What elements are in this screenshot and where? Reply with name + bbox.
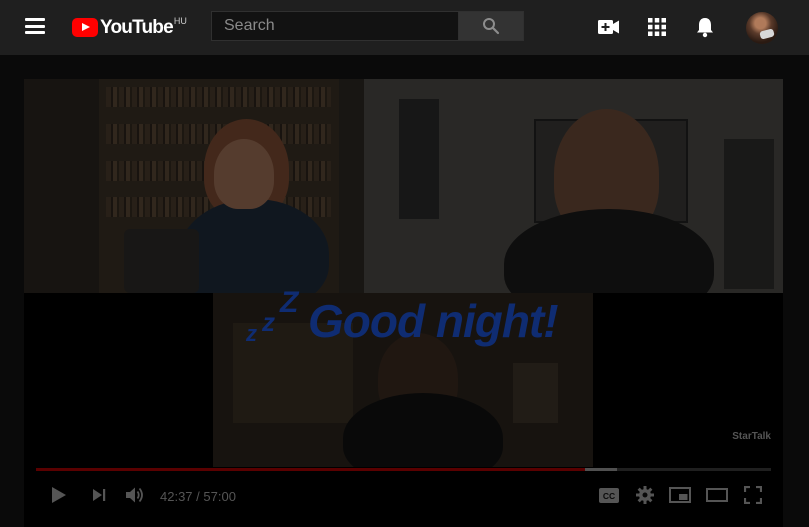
search-button[interactable] (458, 11, 524, 41)
subtitles-button[interactable]: CC (595, 481, 623, 509)
gear-icon (636, 486, 654, 504)
miniplayer-icon (669, 487, 691, 503)
volume-icon (126, 487, 143, 503)
channel-watermark[interactable]: StarTalk (732, 431, 771, 442)
next-button[interactable] (85, 481, 113, 509)
svg-text:CC: CC (603, 491, 615, 501)
youtube-play-logo-icon (72, 18, 98, 37)
apps-icon[interactable] (645, 15, 669, 39)
closed-captions-icon: CC (599, 487, 619, 503)
video-player[interactable]: z z Z Good night! StarTalk 42:37 / 57:00… (24, 79, 783, 527)
create-video-icon[interactable] (597, 15, 621, 39)
search-input[interactable] (212, 12, 458, 40)
zzz-large: Z (280, 286, 299, 319)
video-frame-top (24, 79, 783, 293)
notifications-icon[interactable] (693, 15, 717, 39)
miniplayer-button[interactable] (666, 481, 694, 509)
theater-mode-button[interactable] (703, 481, 731, 509)
current-time: 42:37 (160, 489, 193, 504)
play-button[interactable] (45, 481, 73, 509)
zzz-medium: z (262, 307, 275, 337)
logo-text: YouTube (100, 17, 174, 38)
masthead: YouTube HU (0, 0, 809, 55)
progress-played (36, 468, 586, 471)
fullscreen-button[interactable] (739, 481, 767, 509)
progress-bar[interactable] (36, 468, 771, 471)
skip-next-icon (93, 489, 106, 501)
menu-icon[interactable] (25, 18, 45, 34)
zzz-small: z (246, 321, 257, 346)
time-separator: / (196, 489, 200, 504)
player-controls: 42:37 / 57:00 CC (24, 475, 783, 515)
theater-mode-icon (706, 488, 728, 502)
avatar[interactable] (746, 12, 778, 44)
duration: 57:00 (203, 489, 236, 504)
camera-plus-icon (598, 20, 619, 34)
player-area: z z Z Good night! StarTalk 42:37 / 57:00… (0, 55, 809, 527)
grid-icon (648, 18, 666, 36)
play-icon (52, 487, 66, 503)
good-night-title: Good night! (308, 295, 559, 347)
search-icon (483, 18, 500, 35)
bell-icon (697, 17, 713, 37)
youtube-logo[interactable]: YouTube HU (72, 15, 187, 39)
mute-button[interactable] (121, 481, 149, 509)
country-code: HU (173, 16, 187, 26)
fullscreen-icon (744, 486, 762, 504)
search-box (211, 11, 458, 41)
settings-button[interactable] (631, 481, 659, 509)
time-display: 42:37 / 57:00 (160, 489, 236, 504)
